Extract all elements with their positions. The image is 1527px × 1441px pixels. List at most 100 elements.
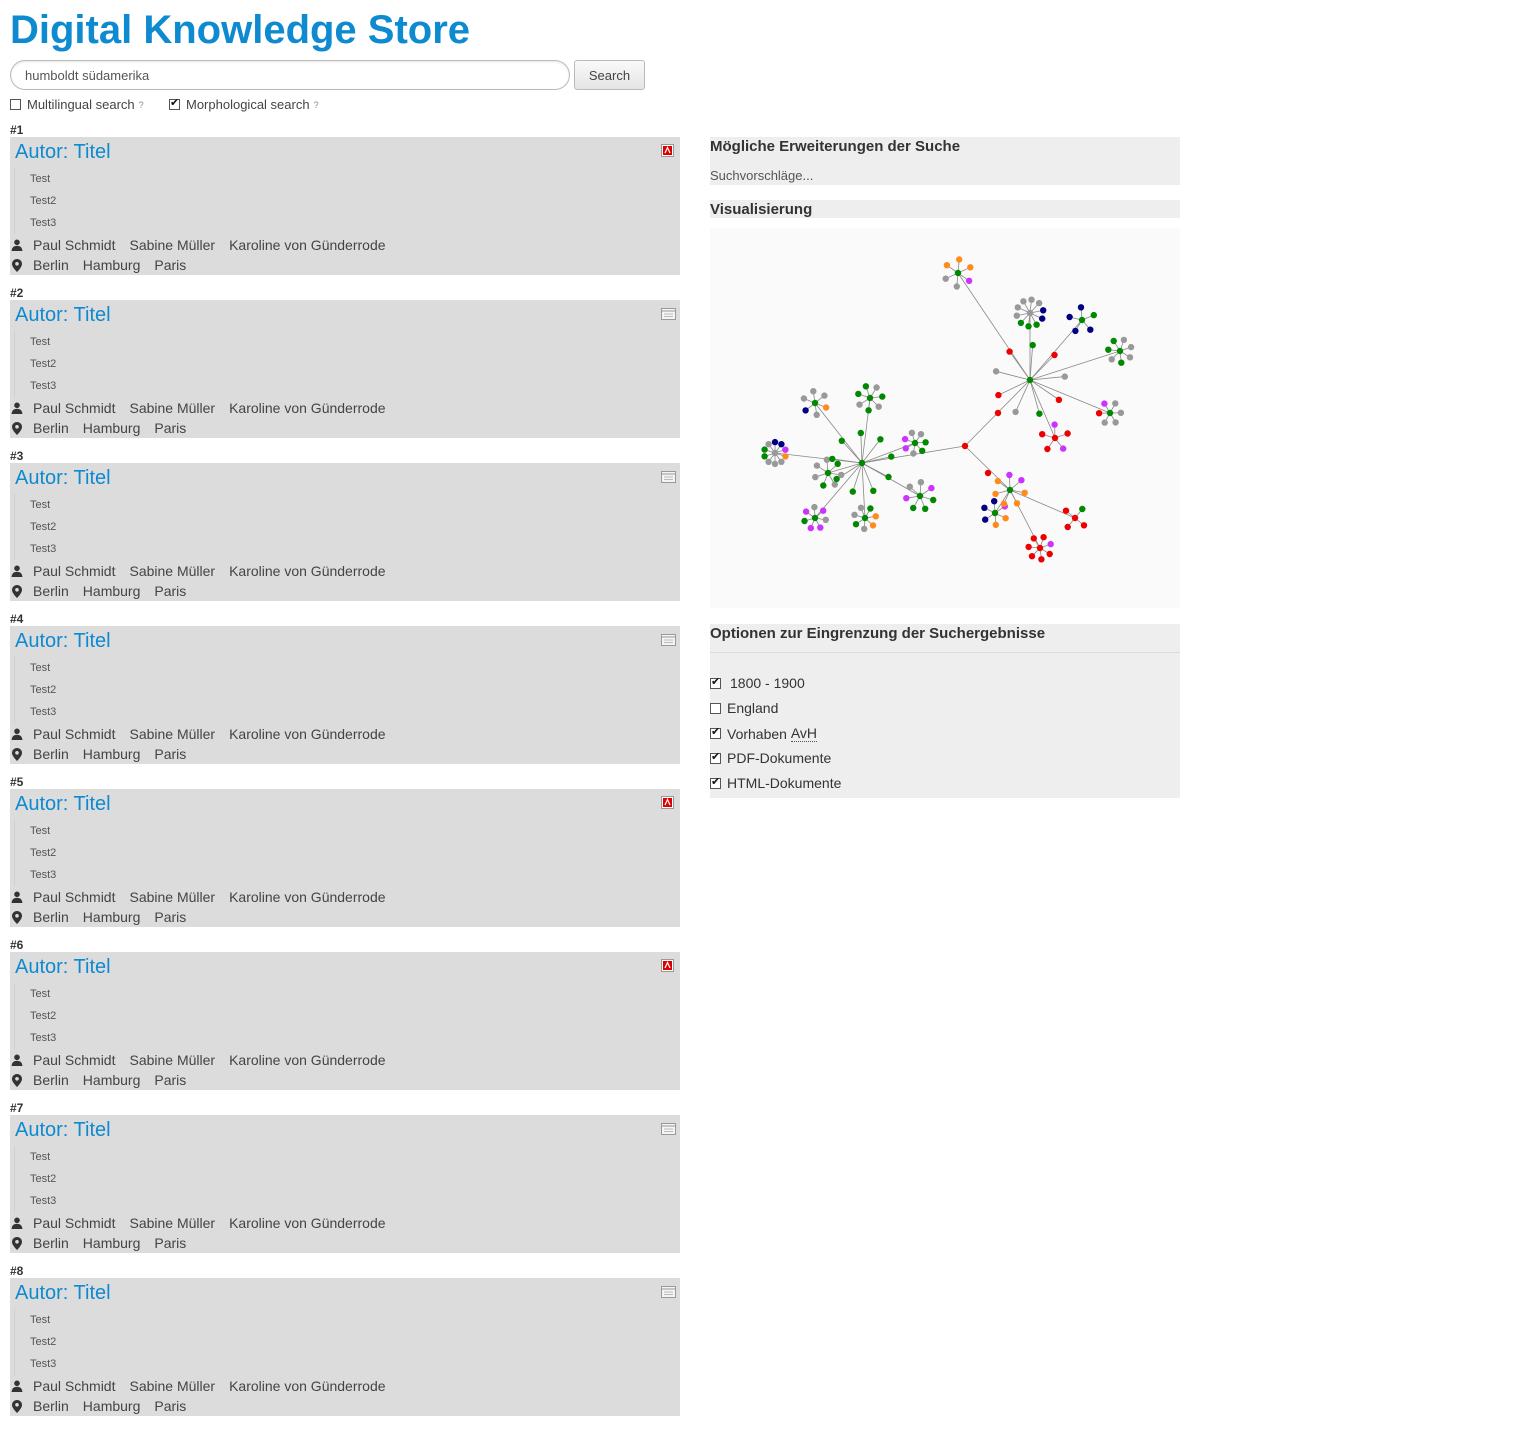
graph-node[interactable] <box>866 394 874 402</box>
graph-node[interactable] <box>888 453 895 460</box>
person-link[interactable]: Karoline von Günderrode <box>229 1378 385 1394</box>
graph-node[interactable] <box>1014 304 1021 311</box>
graph-node[interactable] <box>885 473 892 481</box>
person-link[interactable]: Paul Schmidt <box>33 726 115 742</box>
graph-node[interactable] <box>1126 354 1134 361</box>
graph-node[interactable] <box>817 524 824 531</box>
person-link[interactable]: Karoline von Günderrode <box>229 889 385 905</box>
person-link[interactable]: Karoline von Günderrode <box>229 400 385 416</box>
graph-canvas[interactable] <box>710 228 1180 608</box>
graph-node[interactable] <box>829 455 836 463</box>
graph-node[interactable] <box>916 492 924 500</box>
graph-node[interactable] <box>1060 445 1067 452</box>
place-link[interactable]: Berlin <box>33 746 69 762</box>
graph-node[interactable] <box>813 411 820 418</box>
graph-node[interactable] <box>1002 515 1009 522</box>
place-link[interactable]: Paris <box>154 746 186 762</box>
graph-node[interactable] <box>1078 316 1086 324</box>
graph-node[interactable] <box>1077 304 1085 311</box>
graph-node[interactable] <box>1040 534 1047 541</box>
html-document-icon[interactable] <box>661 1285 676 1298</box>
graph-node[interactable] <box>1120 336 1128 344</box>
graph-node[interactable] <box>1101 400 1108 407</box>
graph-node[interactable] <box>981 504 988 511</box>
pdf-icon[interactable] <box>661 959 674 972</box>
graph-node[interactable] <box>1039 315 1046 322</box>
graph-node[interactable] <box>1051 351 1058 359</box>
graph-node[interactable] <box>1018 477 1025 484</box>
graph-node[interactable] <box>1017 319 1025 327</box>
graph-node[interactable] <box>961 442 969 450</box>
morphological-help-marker[interactable]: ? <box>314 100 319 110</box>
graph-node[interactable] <box>771 438 779 446</box>
place-link[interactable]: Berlin <box>33 257 69 273</box>
graph-node[interactable] <box>802 508 810 515</box>
graph-node[interactable] <box>858 459 866 467</box>
graph-node[interactable] <box>1055 396 1063 403</box>
person-link[interactable]: Paul Schmidt <box>33 1052 115 1068</box>
place-link[interactable]: Paris <box>154 420 186 436</box>
graph-node[interactable] <box>822 404 830 411</box>
graph-node[interactable] <box>862 383 870 390</box>
graph-node[interactable] <box>812 473 819 481</box>
graph-node[interactable] <box>917 479 925 486</box>
graph-node[interactable] <box>1080 522 1088 529</box>
graph-node[interactable] <box>1106 409 1114 417</box>
place-link[interactable]: Hamburg <box>83 1235 141 1251</box>
graph-node[interactable] <box>1064 523 1071 531</box>
person-link[interactable]: Sabine Müller <box>129 400 215 416</box>
place-link[interactable]: Berlin <box>33 583 69 599</box>
graph-node[interactable] <box>879 393 886 400</box>
graph-node[interactable] <box>875 403 882 410</box>
graph-node[interactable] <box>1021 489 1028 496</box>
graph-node[interactable] <box>965 277 973 284</box>
place-link[interactable]: Berlin <box>33 420 69 436</box>
graph-node[interactable] <box>992 368 1000 375</box>
graph-node[interactable] <box>1108 356 1115 363</box>
place-link[interactable]: Paris <box>154 1235 186 1251</box>
graph-node[interactable] <box>877 436 884 443</box>
person-link[interactable]: Paul Schmidt <box>33 400 115 416</box>
graph-node[interactable] <box>1035 299 1043 307</box>
graph-node[interactable] <box>910 504 917 512</box>
graph-node[interactable] <box>1095 410 1103 417</box>
html-document-icon[interactable] <box>661 633 676 646</box>
graph-node[interactable] <box>967 264 974 271</box>
graph-node[interactable] <box>820 482 827 489</box>
graph-node[interactable] <box>1026 376 1034 384</box>
person-link[interactable]: Sabine Müller <box>129 237 215 253</box>
graph-node[interactable] <box>991 498 998 505</box>
graph-node[interactable] <box>1026 309 1034 317</box>
graph-node[interactable] <box>1116 347 1124 355</box>
graph-node[interactable] <box>1062 507 1070 514</box>
graph-node[interactable] <box>943 262 951 269</box>
place-link[interactable]: Hamburg <box>83 909 141 925</box>
graph-node[interactable] <box>1127 343 1135 351</box>
person-link[interactable]: Sabine Müller <box>129 726 215 742</box>
graph-node[interactable] <box>908 429 916 436</box>
graph-node[interactable] <box>771 460 779 468</box>
morphological-checkbox[interactable] <box>169 96 180 110</box>
graph-node[interactable] <box>810 388 817 395</box>
place-link[interactable]: Berlin <box>33 1072 69 1088</box>
person-link[interactable]: Karoline von Günderrode <box>229 237 385 253</box>
place-link[interactable]: Paris <box>154 909 186 925</box>
graph-node[interactable] <box>1112 419 1119 426</box>
place-link[interactable]: Hamburg <box>83 1398 141 1414</box>
person-link[interactable]: Sabine Müller <box>129 889 215 905</box>
graph-node[interactable] <box>1013 312 1020 319</box>
graph-node[interactable] <box>1079 505 1086 513</box>
filter-vorhaben-checkbox[interactable] <box>710 725 721 739</box>
graph-node[interactable] <box>1118 359 1125 366</box>
graph-node[interactable] <box>820 507 827 514</box>
filter-option-html[interactable]: HTML-Dokumente <box>710 775 841 791</box>
suggestions-text[interactable]: Suchvorschläge... <box>710 168 813 183</box>
morphological-option[interactable]: Morphological search ? <box>169 96 319 112</box>
graph-node[interactable] <box>873 384 880 391</box>
graph-node[interactable] <box>1030 535 1037 542</box>
graph-node[interactable] <box>1090 311 1097 319</box>
graph-node[interactable] <box>1020 298 1027 305</box>
html-document-icon[interactable] <box>661 1122 676 1135</box>
graph-node[interactable] <box>807 524 814 532</box>
result-title-link[interactable]: Autor: Titel <box>15 304 111 327</box>
